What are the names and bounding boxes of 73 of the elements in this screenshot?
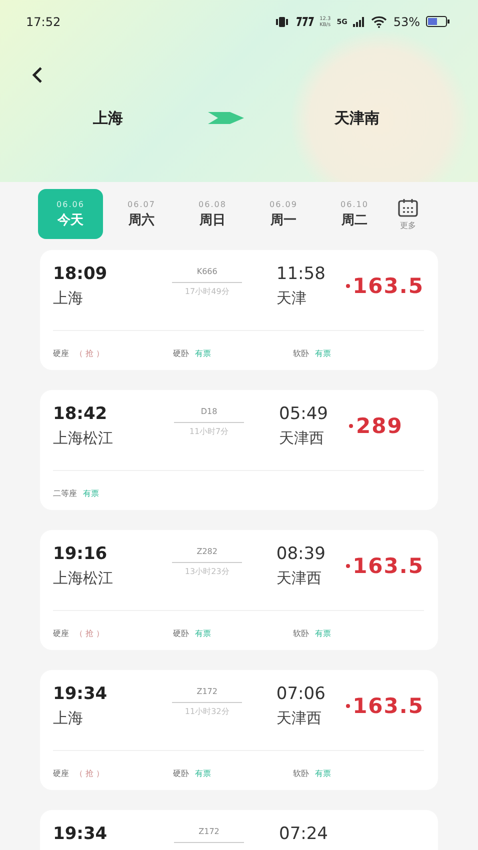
departure-time: 19:16 <box>53 543 108 566</box>
date-tab[interactable]: 06.08 周日 <box>180 189 245 239</box>
date-tab[interactable]: 06.10 周二 <box>322 189 387 239</box>
signal-icon <box>353 16 366 26</box>
seat-availability: 有票 <box>315 628 331 639</box>
battery-icon <box>426 16 450 27</box>
seat-class: 软卧 <box>293 768 309 779</box>
trip-duration: 13小时23分 <box>184 566 230 578</box>
seat-class: 硬卧 <box>173 768 189 779</box>
seat-availability: （ 抢 ） <box>75 348 104 359</box>
ticket-price: 163.5 <box>352 554 424 578</box>
vibrate-icon <box>274 16 290 26</box>
seat-class: 硬卧 <box>173 628 189 639</box>
departure-time: 18:09 <box>53 263 108 286</box>
train-number: Z172 <box>196 686 218 698</box>
train-card[interactable]: 19:16 上海松江 Z282 13小时23分 08:39 天津西 163.5 硬座 （ 抢 ） 硬卧 有票 软卧 有票 <box>40 530 438 650</box>
seat-availability: 有票 <box>83 488 99 499</box>
arrival-station: 天津西 <box>276 568 322 589</box>
departure-station: 上海松江 <box>53 568 114 589</box>
seat-class: 硬座 <box>53 348 69 359</box>
departure-time: 19:34 <box>53 823 108 846</box>
departure-station: 上海 <box>53 288 84 309</box>
direction-arrow-icon <box>208 110 246 126</box>
arrival-time: 05:49 <box>279 403 329 426</box>
ticket-price: 163.5 <box>352 694 424 718</box>
currency-dot-icon <box>349 424 353 428</box>
seat-class: 硬座 <box>53 768 69 779</box>
wifi-icon <box>371 16 388 28</box>
destination-city[interactable]: 天津南 <box>302 108 412 128</box>
seat-availability: 有票 <box>195 628 211 639</box>
seat-class: 硬座 <box>53 628 69 639</box>
seat-class: 软卧 <box>293 348 309 359</box>
train-card[interactable]: 18:09 上海 K666 17小时49分 11:58 天津 163.5 硬座 （ 抢 ） 硬卧 有票 软卧 有票 <box>40 250 438 370</box>
currency-dot-icon <box>346 704 350 708</box>
arrival-time: 07:24 <box>279 823 329 846</box>
seat-availability: 有票 <box>315 348 331 359</box>
train-number: D18 <box>200 406 218 418</box>
battery-percent: 53% <box>393 14 420 28</box>
departure-time: 19:34 <box>53 683 108 706</box>
train-card[interactable]: 19:34 Z172 07:24 <box>40 810 438 850</box>
arrival-station: 天津 <box>276 288 308 309</box>
train-number: Z172 <box>198 826 220 838</box>
arrival-time: 07:06 <box>276 683 326 706</box>
train-card[interactable]: 19:34 上海 Z172 11小时32分 07:06 天津西 163.5 硬座 （ 抢 ） 硬卧 有票 软卧 有票 <box>40 670 438 790</box>
origin-city[interactable]: 上海 <box>53 108 163 128</box>
ticket-price: 163.5 <box>352 274 424 298</box>
departure-time: 18:42 <box>53 403 108 426</box>
currency-dot-icon <box>346 284 350 288</box>
ticket-price: 289 <box>356 414 403 438</box>
seat-class: 硬卧 <box>173 348 189 359</box>
seat-availability: （ 抢 ） <box>75 768 104 779</box>
trip-duration: 11小时7分 <box>189 426 229 438</box>
departure-station: 上海 <box>53 708 84 729</box>
arrival-station: 天津西 <box>276 708 322 729</box>
seat-availability: 有票 <box>195 348 211 359</box>
departure-station: 上海松江 <box>53 428 114 449</box>
seat-availability: （ 抢 ） <box>75 628 104 639</box>
arrival-time: 08:39 <box>276 543 326 566</box>
seat-availability: 有票 <box>195 768 211 779</box>
date-tab[interactable]: 06.09 周一 <box>251 189 316 239</box>
currency-dot-icon <box>346 564 350 568</box>
arrival-time: 11:58 <box>276 263 326 286</box>
train-number: Z282 <box>196 546 218 558</box>
date-tab[interactable]: 06.07 周六 <box>109 189 174 239</box>
trip-duration: 17小时49分 <box>184 286 230 298</box>
seat-class: 二等座 <box>53 488 77 499</box>
status-time: 17:52 <box>26 14 62 28</box>
seat-class: 软卧 <box>293 628 309 639</box>
train-number: K666 <box>196 266 218 278</box>
train-card[interactable]: 18:42 上海松江 D18 11小时7分 05:49 天津西 289 二等座 有票 <box>40 390 438 510</box>
seat-availability: 有票 <box>315 768 331 779</box>
trip-duration: 11小时32分 <box>184 706 230 718</box>
arrival-station: 天津西 <box>279 428 325 449</box>
